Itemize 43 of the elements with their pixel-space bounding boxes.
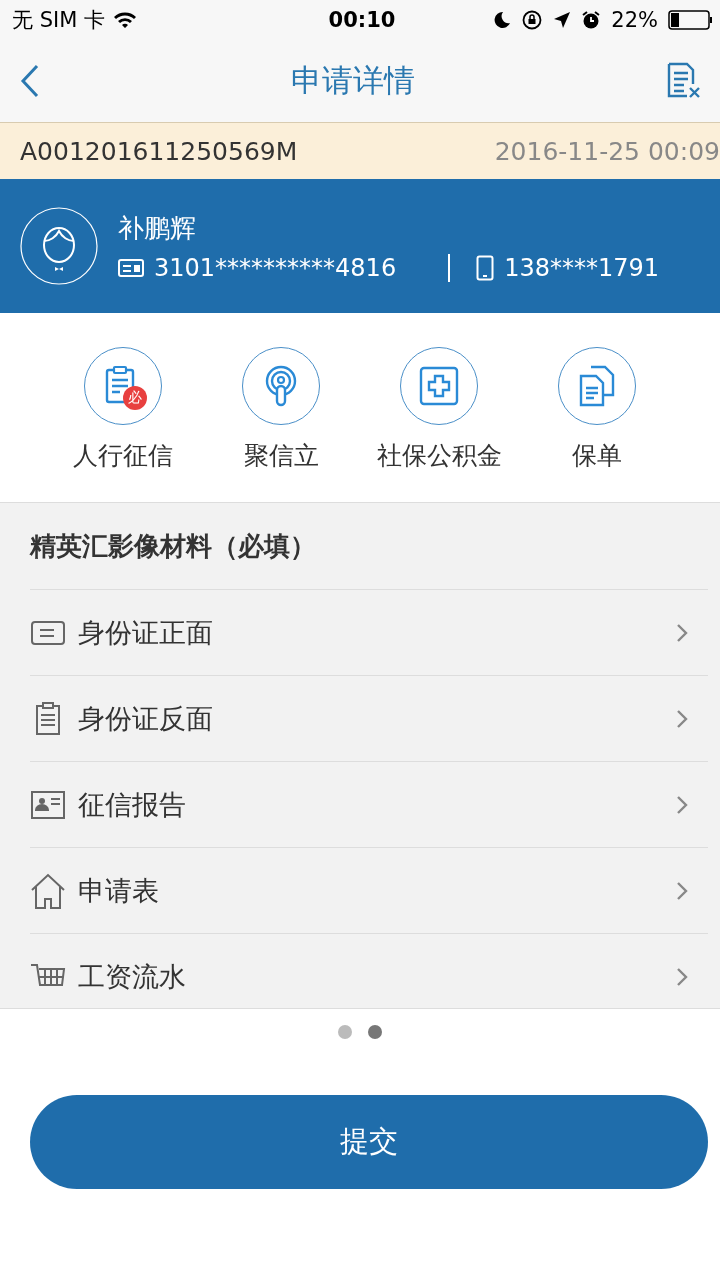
id-card-icon [118, 257, 144, 278]
alarm-clock-icon [581, 10, 602, 30]
profile-card-icon [30, 788, 66, 821]
moon-icon [493, 11, 512, 29]
material-item[interactable]: 身份证正面 [30, 590, 708, 676]
required-badge: 必 [123, 386, 147, 410]
material-item[interactable]: 申请表 [30, 848, 708, 934]
service-button[interactable]: 保单 [532, 347, 662, 472]
house-icon [30, 871, 66, 910]
page-dot[interactable] [368, 1025, 382, 1039]
id-number: 3101**********4816 [154, 253, 397, 282]
page-title: 申请详情 [291, 61, 415, 100]
battery-icon [668, 10, 712, 30]
avatar-icon [20, 207, 98, 285]
material-item[interactable]: 身份证反面 [30, 676, 708, 762]
chevron-right-icon [676, 708, 688, 729]
chevron-right-icon [676, 794, 688, 815]
order-number: A001201611250569M [20, 136, 298, 166]
carrier-label: 无 SIM 卡 [12, 7, 105, 34]
phone-number: 138****1791 [504, 253, 660, 282]
service-button[interactable]: 社保公积金 [374, 347, 504, 472]
phone-icon [476, 254, 495, 281]
rotation-lock-icon [521, 10, 544, 30]
order-date: 2016-11-25 00:09 [494, 136, 720, 166]
chevron-right-icon [676, 967, 688, 987]
submit-button[interactable]: 提交 [30, 1095, 708, 1189]
battery-percent: 22% [611, 8, 658, 32]
applicant-name: 补鹏辉 [118, 211, 197, 245]
material-item[interactable]: 工资流水 [30, 934, 708, 1008]
chevron-right-icon [676, 880, 688, 901]
location-arrow-icon [553, 11, 572, 29]
chevron-right-icon [676, 622, 688, 643]
plus-box-icon [417, 364, 461, 408]
service-button[interactable]: 必 人行征信 [58, 347, 188, 472]
material-item[interactable]: 征信报告 [30, 762, 708, 848]
back-button[interactable] [20, 64, 40, 98]
wifi-icon [113, 11, 137, 29]
id-card-icon [30, 618, 66, 647]
document-close-icon[interactable] [666, 62, 702, 100]
clock-time: 00:10 [328, 8, 396, 32]
section-title: 精英汇影像材料（必填） [30, 503, 708, 590]
service-button[interactable]: 聚信立 [216, 347, 346, 472]
page-dot[interactable] [338, 1025, 352, 1039]
